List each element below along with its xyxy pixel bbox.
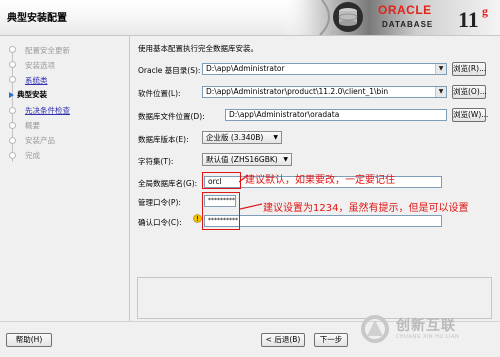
watermark: 创新互联 CHUANG XIN HU LIAN xyxy=(360,311,500,356)
oracle-base-label: Oracle 基目录(S): xyxy=(138,66,201,75)
sidebar-item-label: 典型安装 xyxy=(17,90,47,99)
step-dot-icon xyxy=(9,152,16,159)
sidebar-item-install-product[interactable]: 安装产品 xyxy=(25,135,55,146)
charset-select[interactable]: 默认值 (ZHS16GBK) ▼ xyxy=(202,153,292,166)
step-dot-icon xyxy=(9,76,16,83)
password-annotation: 建议设置为1234，虽然有提示，但是可以设置 xyxy=(263,203,469,214)
db-file-location-input[interactable]: D:\app\Administrator\oradata xyxy=(225,109,447,121)
warning-icon[interactable] xyxy=(193,214,202,223)
wizard-steps-sidebar: 配置安全更新 安装选项 系统类 典型安装 先决条件检查 概要 安装产品 完成 xyxy=(0,36,130,321)
step-dot-icon xyxy=(9,137,16,144)
db-edition-label: 数据库版本(E): xyxy=(138,135,189,144)
confirm-password-label: 确认口令(C): xyxy=(138,218,182,227)
oracle-logo: ORACLE DATABASE 11 g xyxy=(282,0,500,35)
page-title: 典型安装配置 xyxy=(7,13,67,24)
chevron-down-icon[interactable]: ▼ xyxy=(435,87,446,97)
title-bar: 典型安装配置 ORACLE DATABASE 11 g xyxy=(0,0,500,36)
step-dot-icon xyxy=(9,46,16,53)
oracle-banner: ORACLE DATABASE 11 g xyxy=(282,0,500,35)
annotation-arrow-icon xyxy=(240,203,263,210)
db-file-location-label: 数据库文件位置(D): xyxy=(138,112,205,121)
version-number: 11 xyxy=(458,7,479,32)
sidebar-item-summary[interactable]: 概要 xyxy=(25,120,40,131)
sidebar-item-install-options[interactable]: 安装选项 xyxy=(25,60,55,71)
charset-value: 默认值 (ZHS16GBK) xyxy=(206,155,278,164)
watermark-text: 创新互联 xyxy=(396,318,456,334)
db-edition-select[interactable]: 企业版 (3.340B) ▼ xyxy=(202,131,282,144)
step-dot-icon xyxy=(9,107,16,114)
password-highlight-box xyxy=(202,192,240,230)
browse-oracle-base-button[interactable]: 浏览(R)... xyxy=(452,62,486,76)
intro-text: 使用基本配置执行完全数据库安装。 xyxy=(138,44,258,53)
db-edition-value: 企业版 (3.340B) xyxy=(206,133,264,142)
oracle-wordmark: ORACLE xyxy=(378,3,432,17)
step-dot-icon xyxy=(9,61,16,68)
database-wordmark: DATABASE xyxy=(382,20,433,29)
chevron-down-icon[interactable]: ▼ xyxy=(435,64,446,74)
software-location-combobox[interactable]: D:\app\Administrator\product\11.2.0\clie… xyxy=(202,86,447,98)
db-name-highlight-box xyxy=(202,172,241,189)
charset-label: 字符集(T): xyxy=(138,157,174,166)
next-button[interactable]: 下一步 xyxy=(314,333,348,347)
current-step-arrow-icon xyxy=(9,92,14,98)
brand-logo-icon xyxy=(361,315,389,343)
chevron-down-icon: ▼ xyxy=(273,134,278,141)
sidebar-item-prereq-checks[interactable]: 先决条件检查 xyxy=(25,105,70,116)
global-db-name-label: 全局数据库名(G): xyxy=(138,179,198,188)
watermark-subtext: CHUANG XIN HU LIAN xyxy=(396,334,460,340)
help-button[interactable]: 帮助(H) xyxy=(6,333,52,347)
browse-software-location-button[interactable]: 浏览(O)... xyxy=(452,85,487,99)
admin-password-label: 管理口令(P): xyxy=(138,198,181,207)
version-suffix: g xyxy=(482,4,488,18)
db-name-annotation: 建议默认，如果要改，一定要记住 xyxy=(245,175,395,186)
browse-db-file-location-button[interactable]: 浏览(W)... xyxy=(452,108,488,122)
oracle-base-combobox[interactable]: D:\app\Administrator ▼ xyxy=(202,63,447,75)
chevron-down-icon: ▼ xyxy=(283,156,288,163)
sidebar-item-typical-install[interactable]: 典型安装 xyxy=(9,89,47,100)
software-location-value: D:\app\Administrator\product\11.2.0\clie… xyxy=(206,87,389,96)
back-button[interactable]: < 后退(B) xyxy=(261,333,305,347)
software-location-label: 软件位置(L): xyxy=(138,89,181,98)
annotation-arrow-icon xyxy=(239,174,249,183)
step-dot-icon xyxy=(9,122,16,129)
sidebar-item-finish[interactable]: 完成 xyxy=(25,150,40,161)
sidebar-item-system-class[interactable]: 系统类 xyxy=(25,75,48,86)
oracle-base-value: D:\app\Administrator xyxy=(206,64,285,73)
sidebar-item-security-updates[interactable]: 配置安全更新 xyxy=(25,45,70,56)
